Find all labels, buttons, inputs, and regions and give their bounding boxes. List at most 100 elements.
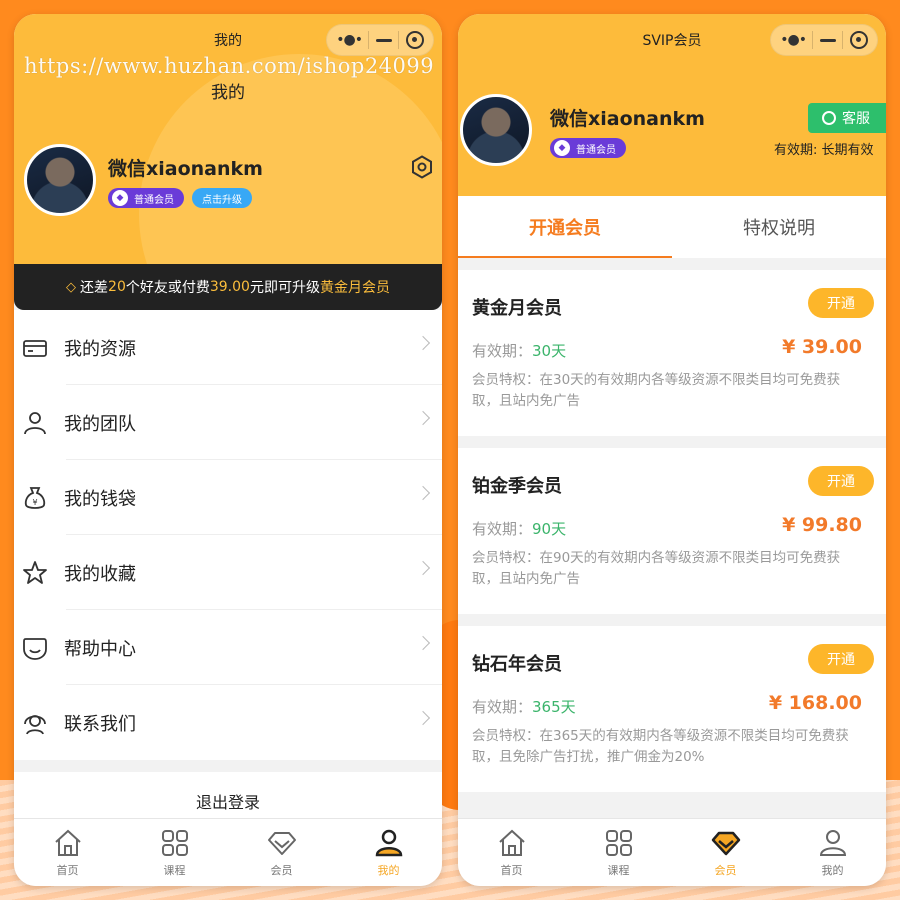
minimize-icon[interactable] xyxy=(375,38,392,42)
diamond-icon xyxy=(267,832,296,855)
menu-label: 联系我们 xyxy=(64,713,136,735)
menu-label: 帮助中心 xyxy=(64,638,136,660)
svg-text:¥: ¥ xyxy=(32,498,37,507)
profile-header: 我的 •●• 我的 微信xiaonankm ◆ 普通会员 点击升级 xyxy=(14,14,442,268)
validity-label: 有效期： xyxy=(472,520,533,538)
settings-icon[interactable] xyxy=(410,155,434,179)
customer-service-button[interactable]: 客服 xyxy=(808,103,886,133)
vip-badge-label: 普通会员 xyxy=(134,194,174,206)
plan-price: ¥ 39.00 xyxy=(782,336,862,358)
tab-label: 会员 xyxy=(270,864,293,877)
menu-item-favorites[interactable]: 我的收藏 xyxy=(14,535,442,610)
plan-days: 90天 xyxy=(532,520,567,538)
more-icon[interactable]: •●• xyxy=(336,32,363,48)
plan-description: 会员特权：在365天的有效期内各等级资源不限类目均可免费获取，且免除广告打扰，推… xyxy=(472,728,849,765)
user-icon xyxy=(375,829,402,857)
open-button[interactable]: 开通 xyxy=(808,644,874,674)
svip-screen: SVIP会员 •●• 微信xiaonankm ◆ 普通会员 客服 有效期: 长期… xyxy=(458,14,886,886)
tab-courses[interactable]: 课程 xyxy=(121,819,228,886)
tab-member[interactable]: 会员 xyxy=(228,819,335,886)
close-target-icon[interactable] xyxy=(405,31,424,49)
user-icon xyxy=(24,411,46,434)
menu-item-team[interactable]: 我的团队 xyxy=(14,385,442,460)
close-target-icon[interactable] xyxy=(849,31,868,49)
banner-count: 20 xyxy=(108,279,126,295)
tab-home[interactable]: 首页 xyxy=(458,819,565,886)
menu-item-resources[interactable]: 我的资源 xyxy=(14,310,442,385)
open-button[interactable]: 开通 xyxy=(808,466,874,496)
watermark: https://www.huzhan.com/ishop24099 xyxy=(24,54,435,78)
card-icon xyxy=(23,339,47,357)
tab-mine[interactable]: 我的 xyxy=(335,819,442,886)
plan-card-diamond: 钻石年会员 开通 有效期：365天 ¥ 168.00 会员特权：在365天的有效… xyxy=(458,626,886,792)
tab-courses[interactable]: 课程 xyxy=(565,819,672,886)
tab-label: 我的 xyxy=(821,864,844,877)
plan-card-platinum: 铂金季会员 开通 有效期：90天 ¥ 99.80 会员特权：在90天的有效期内各… xyxy=(458,448,886,614)
banner-target: 黄金月会员 xyxy=(319,280,390,296)
menu-item-wallet[interactable]: ¥ 我的钱袋 xyxy=(14,460,442,535)
tab-home[interactable]: 首页 xyxy=(14,819,121,886)
diamond-icon xyxy=(711,831,740,856)
upgrade-button[interactable]: 点击升级 xyxy=(192,188,252,208)
diamond-icon: ◇ xyxy=(66,279,77,295)
menu-item-help[interactable]: 帮助中心 xyxy=(14,610,442,685)
tab-member[interactable]: 会员 xyxy=(672,819,779,886)
chevron-right-icon xyxy=(415,410,431,426)
menu-item-contact[interactable]: 联系我们 xyxy=(14,685,442,760)
membership-validity: 有效期: 长期有效 xyxy=(774,143,874,158)
plan-name: 钻石年会员 xyxy=(472,654,562,675)
diamond-icon: ◆ xyxy=(112,190,128,206)
validity-label: 有效期： xyxy=(472,698,533,716)
plan-validity: 有效期：365天 xyxy=(472,696,576,717)
capsule-separator xyxy=(398,31,400,49)
chevron-right-icon xyxy=(415,335,431,351)
vip-badge-label: 普通会员 xyxy=(576,144,616,156)
more-icon[interactable]: •●• xyxy=(780,32,807,48)
service-label: 客服 xyxy=(842,111,870,127)
tab-open-membership[interactable]: 开通会员 xyxy=(458,196,672,258)
tab-bar: 首页 课程 会员 我的 xyxy=(458,818,886,886)
plan-price: ¥ 99.80 xyxy=(782,514,862,536)
tab-privileges[interactable]: 特权说明 xyxy=(672,196,886,258)
chevron-right-icon xyxy=(415,635,431,651)
tab-bar: 首页 课程 会员 我的 xyxy=(14,818,442,886)
plan-description: 会员特权：在90天的有效期内各等级资源不限类目均可免费获取，且站内免广告 xyxy=(472,550,841,587)
svip-header: SVIP会员 •●• 微信xiaonankm ◆ 普通会员 客服 有效期: 长期… xyxy=(458,14,886,196)
plan-name: 铂金季会员 xyxy=(472,476,562,497)
plan-description: 会员特权：在30天的有效期内各等级资源不限类目均可免费获取，且站内免广告 xyxy=(472,372,841,409)
home-icon xyxy=(498,829,525,856)
member-tabs: 开通会员 特权说明 xyxy=(458,196,886,258)
banner-text: 元即可升级 xyxy=(249,280,320,296)
profile-screen: 我的 •●• 我的 微信xiaonankm ◆ 普通会员 点击升级 https:… xyxy=(14,14,442,886)
tab-mine[interactable]: 我的 xyxy=(779,819,886,886)
mini-program-capsule: •●• xyxy=(770,24,878,56)
mini-program-capsule: •●• xyxy=(326,24,434,56)
plan-name: 黄金月会员 xyxy=(472,298,562,319)
plan-days: 30天 xyxy=(532,342,567,360)
avatar[interactable] xyxy=(24,144,96,216)
open-button[interactable]: 开通 xyxy=(808,288,874,318)
headset-icon xyxy=(822,111,836,125)
grid-icon xyxy=(161,830,188,856)
chevron-right-icon xyxy=(415,710,431,726)
vip-badge: ◆ 普通会员 xyxy=(550,138,626,158)
banner-text: 还差 xyxy=(80,280,109,296)
banner-amount: 39.00 xyxy=(209,279,250,295)
minimize-icon[interactable] xyxy=(819,38,836,42)
tab-label: 会员 xyxy=(714,864,737,877)
avatar[interactable] xyxy=(460,94,532,166)
plan-price: ¥ 168.00 xyxy=(768,692,862,714)
grid-icon xyxy=(605,830,632,856)
capsule-separator xyxy=(368,31,370,49)
tab-label: 首页 xyxy=(500,864,523,877)
validity-label: 有效期： xyxy=(472,342,533,360)
profile-menu: 我的资源 我的团队 ¥ 我的钱袋 我的收藏 帮助中心 联系我们 xyxy=(14,310,442,760)
tab-label: 首页 xyxy=(56,864,79,877)
user-icon xyxy=(819,830,846,856)
upgrade-banner[interactable]: ◇ 还差 20 个好友或付费 39.00 元即可升级 黄金月会员 xyxy=(14,264,442,310)
tab-label: 课程 xyxy=(163,864,186,877)
username: 微信xiaonankm xyxy=(108,158,263,180)
capsule-separator xyxy=(812,31,814,49)
plan-validity: 有效期：30天 xyxy=(472,340,566,361)
plan-days: 365天 xyxy=(532,698,576,716)
